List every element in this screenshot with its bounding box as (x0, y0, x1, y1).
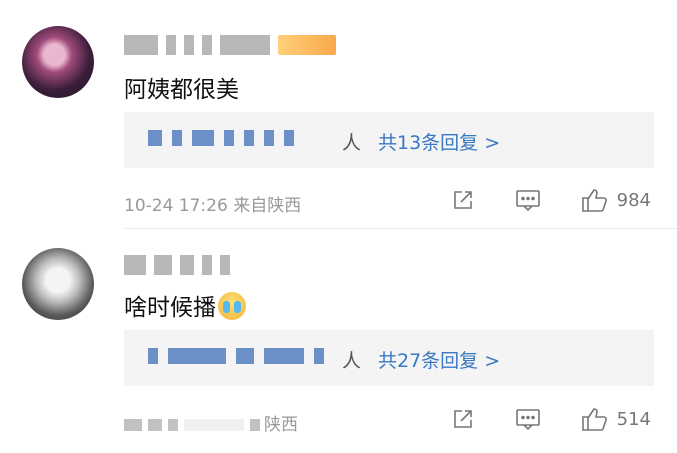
comment-icon (515, 188, 541, 212)
comment-button[interactable] (515, 188, 541, 212)
like-count: 984 (616, 189, 651, 211)
divider (124, 228, 677, 229)
reply-preview[interactable]: 人 共13条回复 > (124, 112, 654, 168)
meta-location: 陕西 (264, 415, 298, 435)
comment-item: 阿姨都很美 人 共13条回复 > 10-24 17:26 来自陕西 984 (0, 0, 677, 229)
like-icon (581, 187, 609, 213)
comment-meta: 10-24 17:26 来自陕西 (124, 196, 302, 216)
crying-emoji (218, 292, 246, 320)
avatar[interactable] (22, 26, 94, 98)
comment-text-content: 啥时候播 (124, 295, 216, 321)
share-icon (451, 188, 475, 212)
like-count: 514 (616, 408, 651, 430)
reply-label: 人 (342, 132, 362, 154)
view-replies-link[interactable]: 共13条回复 > (378, 128, 500, 155)
reply-names-redacted (148, 348, 324, 364)
avatar[interactable] (22, 248, 94, 320)
like-icon (581, 406, 609, 432)
comment-text: 阿姨都很美 (124, 77, 239, 103)
comment-meta: 陕西 (124, 410, 298, 435)
reply-label: 人 (342, 350, 362, 372)
reply-preview[interactable]: 人 共27条回复 > (124, 330, 654, 386)
like-button[interactable]: 514 (581, 406, 651, 432)
share-icon (451, 407, 475, 431)
username-redacted[interactable] (124, 34, 336, 56)
comment-text: 啥时候播 (124, 288, 246, 322)
view-replies-link[interactable]: 共27条回复 > (378, 346, 500, 373)
username-redacted[interactable] (124, 254, 230, 276)
share-button[interactable] (451, 407, 475, 431)
vip-badge (278, 35, 336, 55)
comment-button[interactable] (515, 407, 541, 431)
like-button[interactable]: 984 (581, 187, 651, 213)
share-button[interactable] (451, 188, 475, 212)
comment-icon (515, 407, 541, 431)
reply-names-redacted (148, 130, 294, 146)
meta-redacted (124, 419, 260, 431)
comment-actions: 514 (451, 406, 651, 432)
comment-item: 啥时候播 人 共27条回复 > 陕西 514 (0, 230, 677, 453)
comment-actions: 984 (451, 187, 651, 213)
